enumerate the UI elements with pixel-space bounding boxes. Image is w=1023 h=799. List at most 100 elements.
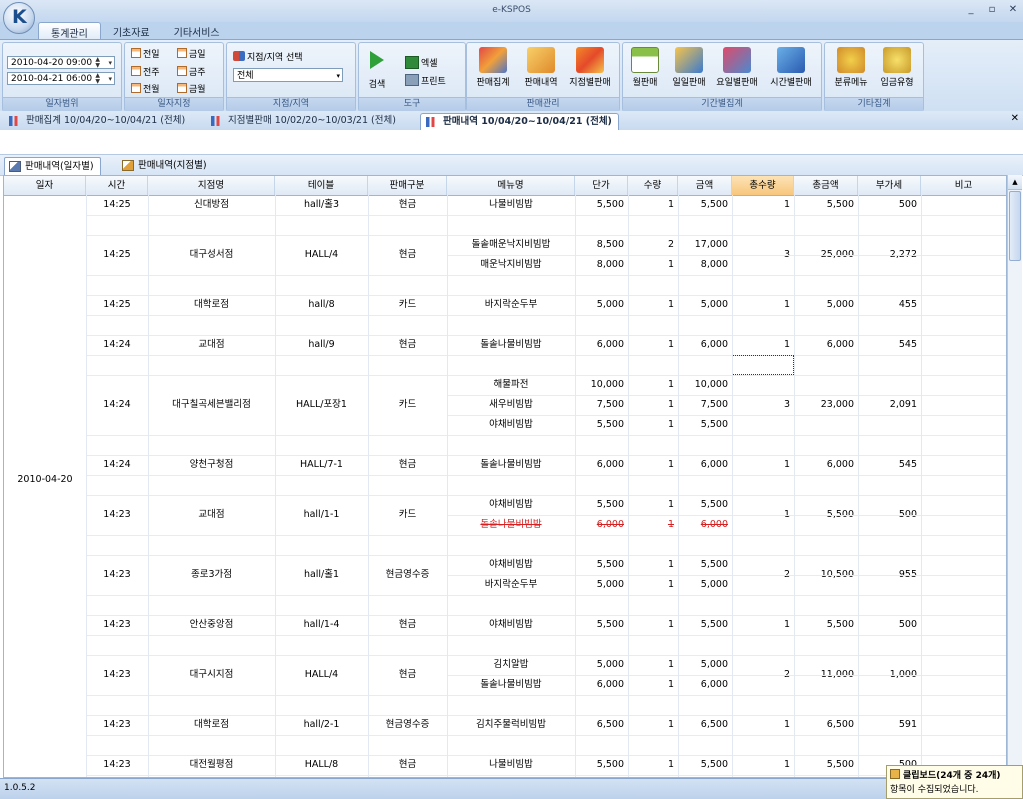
amount-cell: 5,500	[700, 559, 728, 570]
maximize-button[interactable]: ▫	[986, 4, 998, 15]
minimize-button[interactable]: _	[965, 4, 977, 15]
menu-cell: 야채비빔밥	[489, 499, 533, 510]
store-cell: 신대방점	[194, 199, 229, 210]
payment-type-cell: 현금	[398, 669, 417, 680]
store-select-button[interactable]: 지점/지역 선택	[233, 49, 303, 63]
time-cell: 14:25	[103, 249, 131, 260]
doc-tab-sales-detail[interactable]: 판매내역 10/04/20~10/04/21 (전체)	[420, 113, 619, 130]
excel-label: 엑셀	[421, 58, 438, 69]
preset-this-month-button[interactable]: 금월	[177, 81, 206, 95]
date-to-input[interactable]: 2010-04-21 06:00 ▲ ▼ ▾	[7, 72, 115, 85]
doc-tab-sales-summary[interactable]: 판매집계 10/04/20~10/04/21 (전체)	[4, 113, 185, 129]
close-tab-icon[interactable]: ✕	[1011, 113, 1019, 124]
scroll-up-icon[interactable]: ▲	[1008, 175, 1022, 190]
preset-prev-day-button[interactable]: 전일	[131, 46, 160, 60]
price-cell: 6,000	[596, 679, 624, 690]
price-cell: 10,000	[590, 379, 624, 390]
document-tabs: 판매집계 10/04/20~10/04/21 (전체) 지점별판매 10/02/…	[0, 111, 1023, 131]
qty-cell: 1	[667, 419, 674, 430]
receipt-icon	[527, 47, 555, 73]
focused-cell[interactable]	[732, 355, 794, 375]
monthly-sales-button[interactable]: 월판매	[625, 47, 665, 97]
payment-type-cell: 카드	[398, 399, 417, 410]
chart-pencil-icon	[675, 47, 703, 73]
grid-line	[794, 195, 795, 777]
column-header[interactable]: 테이블	[275, 176, 368, 195]
app-logo[interactable]: K	[3, 2, 35, 34]
tab-base-data[interactable]: 기초자료	[101, 22, 162, 39]
vertical-scrollbar[interactable]: ▲	[1007, 175, 1022, 778]
category-menu-button[interactable]: 분류메뉴	[827, 47, 875, 97]
preset-this-week-button[interactable]: 금주	[177, 64, 206, 78]
preset-today-button[interactable]: 금일	[177, 46, 206, 60]
menu-cell: 김치알밥	[493, 659, 529, 670]
sub-tab-label: 판매내역(일자별)	[25, 161, 94, 172]
column-header[interactable]: 판매구분	[368, 176, 447, 195]
payment-type-cell: 현금	[398, 759, 417, 770]
search-button[interactable]: 검색	[361, 47, 393, 97]
preset-prev-week-button[interactable]: 전주	[131, 64, 160, 78]
toast-message: 항목이 수집되었습니다.	[890, 785, 979, 795]
daily-sales-button[interactable]: 일일판매	[665, 47, 713, 97]
row-divider	[86, 315, 1006, 316]
column-header[interactable]: 비고	[921, 176, 1006, 195]
total-qty-cell: 1	[783, 719, 790, 730]
doc-tab-store-sales[interactable]: 지점별판매 10/02/20~10/03/21 (전체)	[206, 113, 396, 129]
group-label: 일자지정	[125, 97, 223, 111]
date-from-input[interactable]: 2010-04-20 09:00 ▲ ▼ ▾	[7, 56, 115, 69]
amount-cell: 5,500	[700, 419, 728, 430]
menu-cell: 나물비빔밥	[489, 759, 533, 770]
close-button[interactable]: ✕	[1007, 4, 1019, 15]
menu-cell: 야채비빔밥	[489, 559, 533, 570]
excel-button[interactable]: 엑셀	[405, 55, 438, 69]
bar-chart-icon	[9, 116, 21, 126]
store-value: 전체	[237, 71, 254, 81]
weekday-sales-button[interactable]: 요일별판매	[711, 47, 763, 97]
total-qty-cell: 1	[783, 619, 790, 630]
spin-icon[interactable]: ▲ ▼	[95, 57, 100, 69]
preset-prev-month-button[interactable]: 전월	[131, 81, 160, 95]
sales-detail-button[interactable]: 판매내역	[517, 47, 565, 97]
column-header[interactable]: 금액	[678, 176, 732, 195]
column-header[interactable]: 총금액	[794, 176, 858, 195]
sub-tab-by-date[interactable]: 판매내역(일자별)	[4, 157, 101, 175]
chevron-down-icon[interactable]: ▾	[108, 73, 112, 86]
spin-icon[interactable]: ▲ ▼	[95, 73, 100, 85]
row-divider	[86, 535, 1006, 536]
price-cell: 5,500	[596, 199, 624, 210]
store-dropdown[interactable]: 전체 ▾	[233, 68, 343, 82]
payment-type-button[interactable]: 입금유형	[873, 47, 921, 97]
tab-other-services[interactable]: 기타서비스	[162, 22, 232, 39]
time-cell: 14:23	[103, 569, 131, 580]
content-panel: 판매내역(일자별) 판매내역(지점별) 일자 시간 지점명 테이블 판매구분 메뉴명 단가 수…	[0, 130, 1023, 778]
price-cell: 5,500	[596, 419, 624, 430]
column-header[interactable]: 일자	[4, 176, 86, 195]
print-button[interactable]: 프린트	[405, 73, 446, 87]
calendar-icon	[131, 66, 141, 76]
column-header[interactable]: 단가	[575, 176, 628, 195]
column-header[interactable]: 총수량	[732, 176, 794, 195]
table-cell: hall/8	[308, 299, 335, 310]
total-amount-cell: 5,500	[826, 199, 854, 210]
column-header[interactable]: 시간	[86, 176, 148, 195]
sales-summary-button[interactable]: 판매집계	[469, 47, 517, 97]
column-header[interactable]: 부가세	[858, 176, 921, 195]
clipboard-toast[interactable]: 클립보드(24개 중 24개) 항목이 수집되었습니다.	[886, 765, 1023, 799]
tab-stats[interactable]: 통계관리	[38, 22, 101, 40]
store-sales-button[interactable]: 지점별판매	[563, 47, 617, 97]
grid-line	[678, 195, 679, 777]
column-header[interactable]: 지점명	[148, 176, 275, 195]
button-label: 입금유형	[880, 78, 914, 88]
sub-tab-by-store[interactable]: 판매내역(지점별)	[118, 157, 207, 174]
sub-tabs: 판매내역(일자별) 판매내역(지점별)	[0, 154, 1023, 176]
column-header[interactable]: 수량	[628, 176, 678, 195]
column-header[interactable]: 메뉴명	[447, 176, 575, 195]
store-cell: 종로3가점	[190, 569, 232, 580]
chevron-down-icon[interactable]: ▾	[336, 69, 340, 83]
vat-cell: 455	[898, 299, 917, 310]
group-label: 판매관리	[467, 97, 619, 111]
hourly-sales-button[interactable]: 시간별판매	[765, 47, 817, 97]
sales-grid[interactable]: 일자 시간 지점명 테이블 판매구분 메뉴명 단가 수량 금액 총수량 총금액 부가세 비고 14:25…	[3, 175, 1007, 778]
chevron-down-icon[interactable]: ▾	[108, 57, 112, 70]
scroll-thumb[interactable]	[1009, 191, 1021, 261]
